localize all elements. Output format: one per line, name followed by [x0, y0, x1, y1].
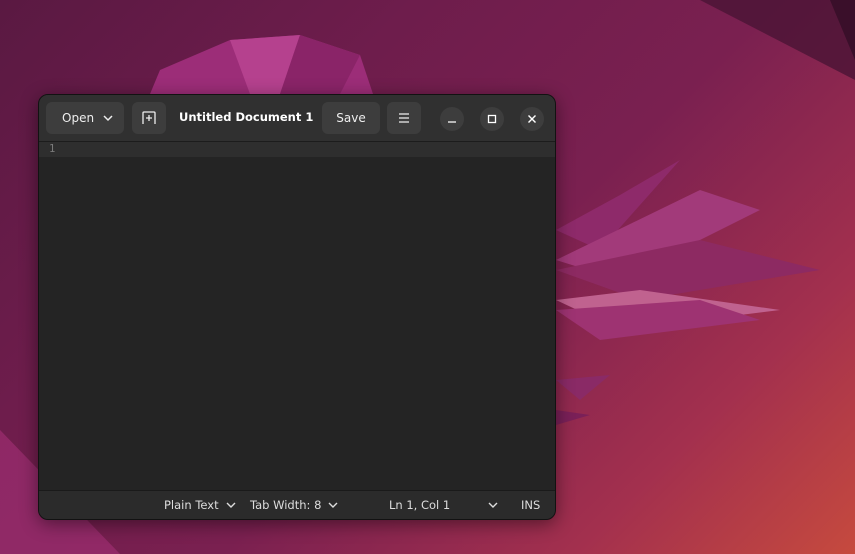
position-dropdown[interactable] — [481, 500, 498, 510]
cursor-position-label: Ln 1, Col 1 — [389, 498, 451, 512]
open-button-label: Open — [62, 111, 95, 125]
language-label: Plain Text — [164, 498, 219, 512]
text-editor-area[interactable]: 1 — [39, 142, 555, 491]
new-tab-icon — [142, 111, 156, 124]
hamburger-menu-icon — [399, 113, 409, 123]
cursor-position[interactable]: Ln 1, Col 1 — [389, 498, 450, 512]
text-editor-window: Open Untitled Document 1 Save 1 Plain Te… — [38, 94, 556, 520]
open-button[interactable]: Open — [46, 102, 124, 134]
close-button[interactable] — [520, 107, 544, 131]
close-icon — [528, 115, 536, 123]
minimize-button[interactable] — [440, 107, 464, 131]
menu-button[interactable] — [387, 102, 421, 134]
chevron-down-icon — [103, 115, 113, 122]
minimize-icon — [448, 121, 456, 123]
statusbar: Plain Text Tab Width: 8 Ln 1, Col 1 INS — [39, 490, 555, 519]
headerbar: Open Untitled Document 1 Save — [39, 95, 555, 142]
save-button[interactable]: Save — [322, 102, 380, 134]
chevron-down-icon — [226, 502, 236, 508]
insert-mode-label: INS — [521, 498, 541, 512]
current-line-highlight — [39, 142, 555, 157]
tab-width-label: Tab Width: 8 — [250, 498, 322, 512]
chevron-down-icon — [488, 502, 498, 508]
chevron-down-icon — [328, 502, 338, 508]
maximize-icon — [487, 114, 497, 124]
maximize-button[interactable] — [480, 107, 504, 131]
language-selector[interactable]: Plain Text — [164, 498, 236, 512]
line-number: 1 — [49, 143, 56, 155]
new-tab-button[interactable] — [132, 102, 166, 134]
tab-width-selector[interactable]: Tab Width: 8 — [250, 498, 338, 512]
insert-mode-indicator: INS — [521, 498, 540, 512]
window-title: Untitled Document 1 — [179, 110, 314, 124]
